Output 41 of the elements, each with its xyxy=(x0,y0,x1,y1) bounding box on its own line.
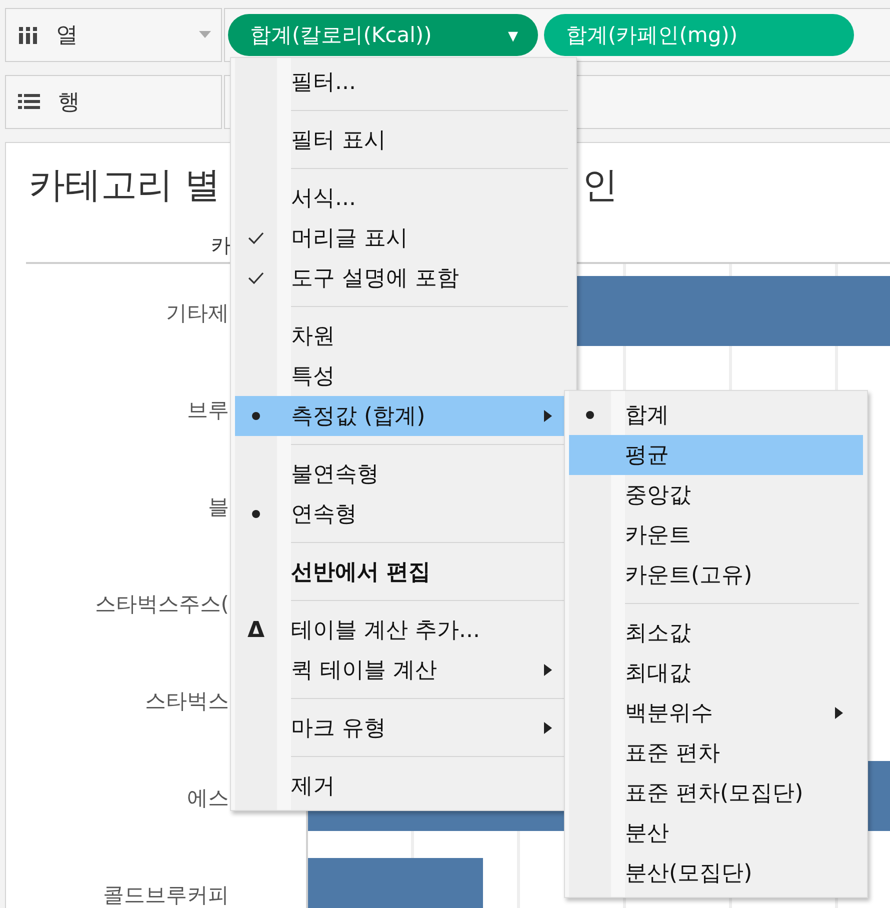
menu-item[interactable]: 최소값 xyxy=(569,613,863,653)
menu-item[interactable]: 머리글 표시 xyxy=(235,218,572,258)
menu-item[interactable]: 카운트(고유) xyxy=(569,555,863,595)
submenu-arrow-icon xyxy=(544,410,552,422)
menu-item[interactable]: 중앙값 xyxy=(569,475,863,515)
menu-item[interactable]: 서식... xyxy=(235,178,572,218)
row-label: 스타벅스 xyxy=(144,688,229,714)
menu-item[interactable]: 분산 xyxy=(569,813,863,853)
menu-item[interactable]: 카운트 xyxy=(569,515,863,555)
menu-item[interactable]: 표준 편차(모집단) xyxy=(569,773,863,813)
delta-symbol: Δ xyxy=(247,618,265,642)
row-label: 블 xyxy=(207,494,229,520)
field-pill[interactable]: 합계(칼로리(Kcal)) ▾ xyxy=(228,14,538,56)
caret-icon: ▾ xyxy=(508,23,518,47)
column-header: 카 xyxy=(210,232,231,259)
chart-title: 인 xyxy=(582,164,618,208)
menu-item[interactable]: 분산(모집단) xyxy=(569,853,863,893)
submenu-arrow-icon xyxy=(544,722,552,734)
menu-item[interactable]: 특성 xyxy=(235,356,572,396)
menu-item[interactable]: 백분위수 xyxy=(569,693,863,733)
row-label: 기타제 xyxy=(165,300,229,326)
menu-item[interactable]: 합계 xyxy=(569,395,863,435)
dropdown-caret-icon[interactable] xyxy=(199,31,211,39)
row-label: 에스 xyxy=(186,784,229,812)
chart-title: 카테고리 별 xyxy=(28,164,220,208)
shelf-title: 행 xyxy=(58,89,80,117)
menu-item[interactable]: 차원 xyxy=(235,316,572,356)
list-icon xyxy=(18,93,40,111)
columns-icon xyxy=(18,25,38,45)
menu-item[interactable]: 최대값 xyxy=(569,653,863,693)
row-label: 콜드브루커피 xyxy=(102,882,229,908)
row-label: 브루 xyxy=(186,396,229,424)
menu-item[interactable]: 평균 xyxy=(569,435,863,475)
menu-item[interactable]: 표준 편차 xyxy=(569,733,863,773)
row-label: 스타벅스주스( xyxy=(94,590,229,618)
submenu-arrow-icon xyxy=(544,664,552,676)
menu-item[interactable]: 필터... xyxy=(235,62,572,102)
submenu-arrow-icon xyxy=(835,707,843,719)
menu-item[interactable]: 필터 표시 xyxy=(235,120,572,160)
menu-item[interactable]: 도구 설명에 포함 xyxy=(235,258,572,298)
shelf-title: 열 xyxy=(56,22,78,50)
